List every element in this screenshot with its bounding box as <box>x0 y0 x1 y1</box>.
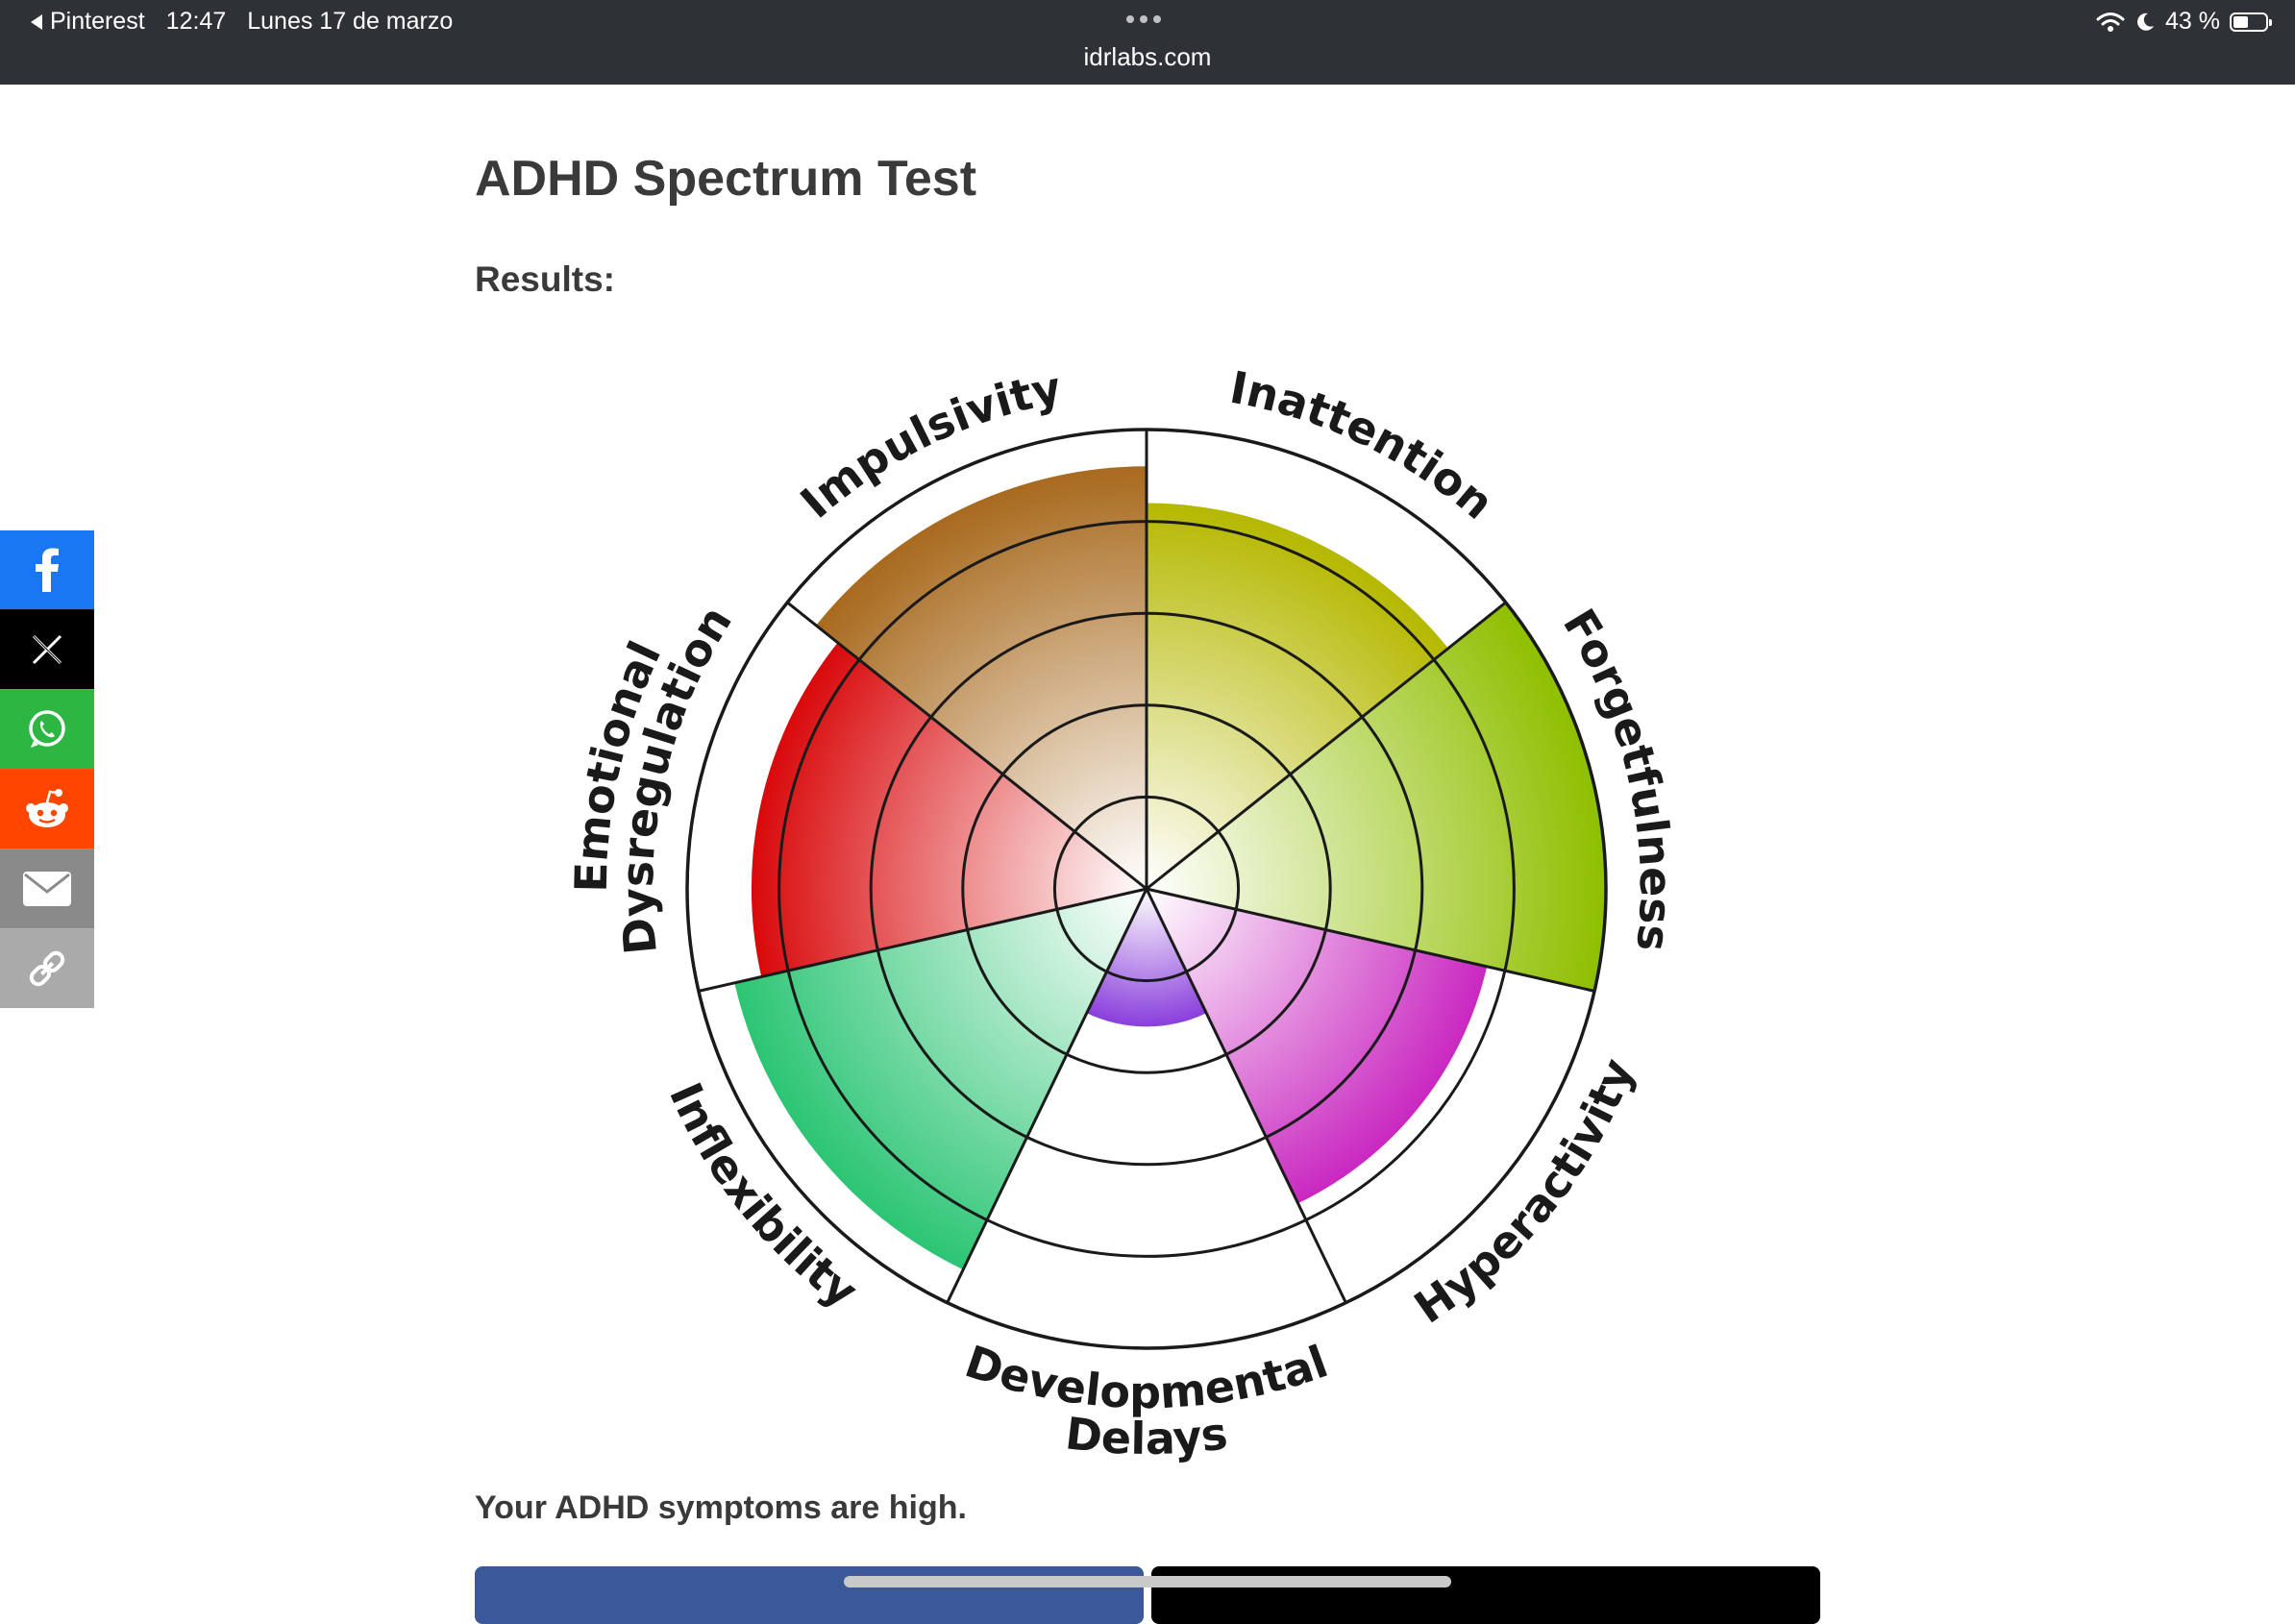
adhd-results-chart: Inattention Forgetfulness Hyperactivity Dev… <box>0 0 2295 1603</box>
email-share-button[interactable] <box>0 849 94 928</box>
label-inflexibility: Inflexibility <box>659 1075 868 1318</box>
back-to-app-link[interactable]: Pinterest <box>31 8 145 36</box>
email-icon <box>23 872 71 906</box>
label-emotional-dysregulation: Emotional <box>565 633 671 893</box>
spoke-line <box>1146 887 1595 993</box>
status-left: Pinterest 12:47 Lunes 17 de marzo <box>31 8 453 36</box>
sector-inflexibility <box>734 889 1147 1270</box>
spoke-line <box>946 888 1148 1304</box>
wifi-icon <box>2096 12 2125 32</box>
grid-ring <box>961 703 1332 1074</box>
x-share-results-button[interactable] <box>1151 1566 1820 1624</box>
battery-percent: 43 % <box>2165 8 2220 35</box>
x-icon <box>32 634 62 665</box>
spoke-line <box>1146 601 1507 891</box>
copy-link-button[interactable] <box>0 928 94 1008</box>
sector-inattention <box>1147 503 1448 889</box>
page-title: ADHD Spectrum Test <box>475 151 977 207</box>
grid-ring <box>869 611 1424 1167</box>
sector-developmental-delays <box>1086 889 1207 1027</box>
facebook-share-button[interactable] <box>0 530 94 609</box>
label-inattention: Inattention <box>1226 361 1504 529</box>
sector-hyperactivity <box>1147 889 1488 1204</box>
x-share-button[interactable] <box>0 609 94 689</box>
status-bar: Pinterest 12:47 Lunes 17 de marzo idrlab… <box>0 0 2295 85</box>
share-sidebar <box>0 530 94 1008</box>
multitasking-dots-icon[interactable] <box>1126 15 1161 23</box>
facebook-share-results-button[interactable] <box>475 1566 1144 1624</box>
results-summary: Your ADHD symptoms are high. <box>475 1489 967 1526</box>
label-hyperactivity: Hyperactivity <box>1405 1051 1644 1333</box>
status-right: 43 % <box>2096 8 2272 36</box>
url-label[interactable]: idrlabs.com <box>0 42 2295 72</box>
label-impulsivity: Impulsivity <box>791 361 1066 529</box>
sector-forgetfulness <box>1147 602 1606 992</box>
whatsapp-share-button[interactable] <box>0 689 94 769</box>
label-developmental-delays: Delays <box>1063 1407 1230 1464</box>
back-app-label: Pinterest <box>50 8 145 35</box>
spoke-line <box>786 601 1148 891</box>
label-forgetfulness: Forgetfulness <box>1553 600 1682 953</box>
reddit-icon <box>26 789 68 827</box>
back-arrow-icon <box>31 13 42 30</box>
reddit-share-button[interactable] <box>0 769 94 849</box>
spoke-line <box>698 887 1148 993</box>
polar-chart-svg: Inattention Forgetfulness Hyperactivity Dev… <box>565 361 1682 1465</box>
facebook-icon <box>36 548 59 592</box>
battery-icon <box>2230 12 2272 32</box>
status-time: 12:47 <box>165 8 227 35</box>
whatsapp-icon <box>29 710 65 748</box>
link-icon <box>29 950 65 987</box>
sector-impulsivity <box>816 466 1147 889</box>
label-developmental-delays: Developmental <box>959 1335 1335 1418</box>
label-emotional-dysregulation: Dysregulation <box>611 597 742 956</box>
spoke-line <box>1145 888 1347 1304</box>
results-label: Results: <box>475 259 615 299</box>
outer-ring <box>685 428 1608 1350</box>
home-indicator[interactable] <box>844 1576 1451 1587</box>
moon-icon <box>2137 12 2155 31</box>
status-date: Lunes 17 de marzo <box>247 8 454 35</box>
grid-ring <box>1052 795 1241 983</box>
grid-ring <box>777 520 1516 1258</box>
sector-emotional-dysregulation <box>751 642 1147 977</box>
